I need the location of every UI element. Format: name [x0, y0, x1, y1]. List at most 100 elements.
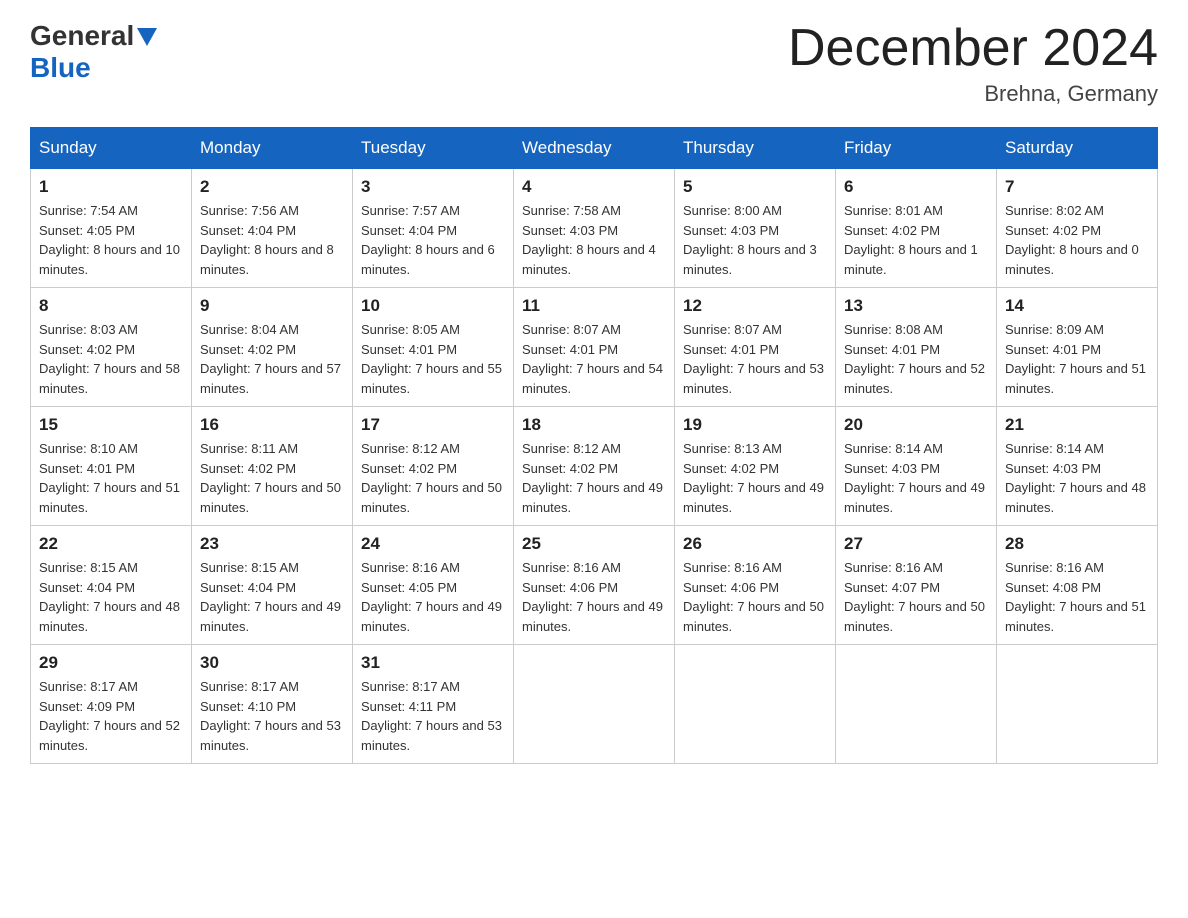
col-saturday: Saturday — [997, 128, 1158, 169]
day-info: Sunrise: 8:07 AMSunset: 4:01 PMDaylight:… — [522, 322, 663, 396]
calendar-cell: 3 Sunrise: 7:57 AMSunset: 4:04 PMDayligh… — [353, 169, 514, 288]
location-title: Brehna, Germany — [788, 81, 1158, 107]
day-info: Sunrise: 7:57 AMSunset: 4:04 PMDaylight:… — [361, 203, 495, 277]
calendar-table: Sunday Monday Tuesday Wednesday Thursday… — [30, 127, 1158, 764]
day-info: Sunrise: 8:12 AMSunset: 4:02 PMDaylight:… — [361, 441, 502, 515]
day-info: Sunrise: 8:16 AMSunset: 4:05 PMDaylight:… — [361, 560, 502, 634]
day-info: Sunrise: 7:54 AMSunset: 4:05 PMDaylight:… — [39, 203, 180, 277]
day-info: Sunrise: 8:17 AMSunset: 4:10 PMDaylight:… — [200, 679, 341, 753]
day-info: Sunrise: 8:11 AMSunset: 4:02 PMDaylight:… — [200, 441, 341, 515]
day-info: Sunrise: 8:12 AMSunset: 4:02 PMDaylight:… — [522, 441, 663, 515]
calendar-cell: 29 Sunrise: 8:17 AMSunset: 4:09 PMDaylig… — [31, 645, 192, 764]
calendar-cell: 11 Sunrise: 8:07 AMSunset: 4:01 PMDaylig… — [514, 288, 675, 407]
logo-general-text: General — [30, 20, 134, 52]
day-number: 16 — [200, 415, 344, 435]
col-friday: Friday — [836, 128, 997, 169]
calendar-cell: 6 Sunrise: 8:01 AMSunset: 4:02 PMDayligh… — [836, 169, 997, 288]
calendar-cell — [836, 645, 997, 764]
calendar-cell: 24 Sunrise: 8:16 AMSunset: 4:05 PMDaylig… — [353, 526, 514, 645]
day-number: 8 — [39, 296, 183, 316]
calendar-week-row: 15 Sunrise: 8:10 AMSunset: 4:01 PMDaylig… — [31, 407, 1158, 526]
calendar-cell: 18 Sunrise: 8:12 AMSunset: 4:02 PMDaylig… — [514, 407, 675, 526]
day-info: Sunrise: 8:04 AMSunset: 4:02 PMDaylight:… — [200, 322, 341, 396]
calendar-cell: 28 Sunrise: 8:16 AMSunset: 4:08 PMDaylig… — [997, 526, 1158, 645]
day-number: 24 — [361, 534, 505, 554]
day-number: 3 — [361, 177, 505, 197]
calendar-cell — [514, 645, 675, 764]
calendar-cell — [997, 645, 1158, 764]
day-info: Sunrise: 8:01 AMSunset: 4:02 PMDaylight:… — [844, 203, 978, 277]
calendar-cell: 19 Sunrise: 8:13 AMSunset: 4:02 PMDaylig… — [675, 407, 836, 526]
day-number: 25 — [522, 534, 666, 554]
calendar-cell: 8 Sunrise: 8:03 AMSunset: 4:02 PMDayligh… — [31, 288, 192, 407]
day-info: Sunrise: 8:09 AMSunset: 4:01 PMDaylight:… — [1005, 322, 1146, 396]
day-number: 9 — [200, 296, 344, 316]
day-number: 23 — [200, 534, 344, 554]
calendar-cell: 20 Sunrise: 8:14 AMSunset: 4:03 PMDaylig… — [836, 407, 997, 526]
day-info: Sunrise: 8:10 AMSunset: 4:01 PMDaylight:… — [39, 441, 180, 515]
col-monday: Monday — [192, 128, 353, 169]
calendar-week-row: 1 Sunrise: 7:54 AMSunset: 4:05 PMDayligh… — [31, 169, 1158, 288]
calendar-cell: 1 Sunrise: 7:54 AMSunset: 4:05 PMDayligh… — [31, 169, 192, 288]
day-number: 30 — [200, 653, 344, 673]
col-wednesday: Wednesday — [514, 128, 675, 169]
day-info: Sunrise: 8:14 AMSunset: 4:03 PMDaylight:… — [844, 441, 985, 515]
day-info: Sunrise: 7:56 AMSunset: 4:04 PMDaylight:… — [200, 203, 334, 277]
day-number: 1 — [39, 177, 183, 197]
calendar-cell — [675, 645, 836, 764]
logo-blue-text: Blue — [30, 52, 91, 83]
day-info: Sunrise: 8:13 AMSunset: 4:02 PMDaylight:… — [683, 441, 824, 515]
day-number: 6 — [844, 177, 988, 197]
day-number: 28 — [1005, 534, 1149, 554]
calendar-cell: 2 Sunrise: 7:56 AMSunset: 4:04 PMDayligh… — [192, 169, 353, 288]
calendar-cell: 12 Sunrise: 8:07 AMSunset: 4:01 PMDaylig… — [675, 288, 836, 407]
col-tuesday: Tuesday — [353, 128, 514, 169]
calendar-cell: 4 Sunrise: 7:58 AMSunset: 4:03 PMDayligh… — [514, 169, 675, 288]
day-info: Sunrise: 8:16 AMSunset: 4:06 PMDaylight:… — [522, 560, 663, 634]
day-number: 11 — [522, 296, 666, 316]
day-number: 19 — [683, 415, 827, 435]
day-info: Sunrise: 8:16 AMSunset: 4:06 PMDaylight:… — [683, 560, 824, 634]
logo-arrow-icon — [137, 28, 157, 46]
calendar-cell: 14 Sunrise: 8:09 AMSunset: 4:01 PMDaylig… — [997, 288, 1158, 407]
day-info: Sunrise: 8:00 AMSunset: 4:03 PMDaylight:… — [683, 203, 817, 277]
day-number: 26 — [683, 534, 827, 554]
day-number: 29 — [39, 653, 183, 673]
day-info: Sunrise: 8:15 AMSunset: 4:04 PMDaylight:… — [39, 560, 180, 634]
day-number: 5 — [683, 177, 827, 197]
day-info: Sunrise: 8:07 AMSunset: 4:01 PMDaylight:… — [683, 322, 824, 396]
day-number: 20 — [844, 415, 988, 435]
day-info: Sunrise: 8:17 AMSunset: 4:11 PMDaylight:… — [361, 679, 502, 753]
day-info: Sunrise: 8:02 AMSunset: 4:02 PMDaylight:… — [1005, 203, 1139, 277]
day-number: 14 — [1005, 296, 1149, 316]
day-info: Sunrise: 8:16 AMSunset: 4:07 PMDaylight:… — [844, 560, 985, 634]
calendar-cell: 30 Sunrise: 8:17 AMSunset: 4:10 PMDaylig… — [192, 645, 353, 764]
calendar-cell: 5 Sunrise: 8:00 AMSunset: 4:03 PMDayligh… — [675, 169, 836, 288]
col-sunday: Sunday — [31, 128, 192, 169]
calendar-cell: 21 Sunrise: 8:14 AMSunset: 4:03 PMDaylig… — [997, 407, 1158, 526]
calendar-cell: 15 Sunrise: 8:10 AMSunset: 4:01 PMDaylig… — [31, 407, 192, 526]
day-number: 13 — [844, 296, 988, 316]
day-number: 4 — [522, 177, 666, 197]
day-info: Sunrise: 8:16 AMSunset: 4:08 PMDaylight:… — [1005, 560, 1146, 634]
calendar-cell: 7 Sunrise: 8:02 AMSunset: 4:02 PMDayligh… — [997, 169, 1158, 288]
calendar-cell: 22 Sunrise: 8:15 AMSunset: 4:04 PMDaylig… — [31, 526, 192, 645]
day-info: Sunrise: 8:17 AMSunset: 4:09 PMDaylight:… — [39, 679, 180, 753]
day-number: 2 — [200, 177, 344, 197]
day-number: 10 — [361, 296, 505, 316]
calendar-cell: 9 Sunrise: 8:04 AMSunset: 4:02 PMDayligh… — [192, 288, 353, 407]
day-number: 17 — [361, 415, 505, 435]
calendar-week-row: 22 Sunrise: 8:15 AMSunset: 4:04 PMDaylig… — [31, 526, 1158, 645]
calendar-cell: 13 Sunrise: 8:08 AMSunset: 4:01 PMDaylig… — [836, 288, 997, 407]
day-number: 22 — [39, 534, 183, 554]
calendar-week-row: 29 Sunrise: 8:17 AMSunset: 4:09 PMDaylig… — [31, 645, 1158, 764]
calendar-week-row: 8 Sunrise: 8:03 AMSunset: 4:02 PMDayligh… — [31, 288, 1158, 407]
day-number: 21 — [1005, 415, 1149, 435]
day-number: 15 — [39, 415, 183, 435]
day-info: Sunrise: 8:08 AMSunset: 4:01 PMDaylight:… — [844, 322, 985, 396]
calendar-cell: 17 Sunrise: 8:12 AMSunset: 4:02 PMDaylig… — [353, 407, 514, 526]
day-number: 7 — [1005, 177, 1149, 197]
day-info: Sunrise: 8:03 AMSunset: 4:02 PMDaylight:… — [39, 322, 180, 396]
calendar-cell: 10 Sunrise: 8:05 AMSunset: 4:01 PMDaylig… — [353, 288, 514, 407]
title-block: December 2024 Brehna, Germany — [788, 20, 1158, 107]
